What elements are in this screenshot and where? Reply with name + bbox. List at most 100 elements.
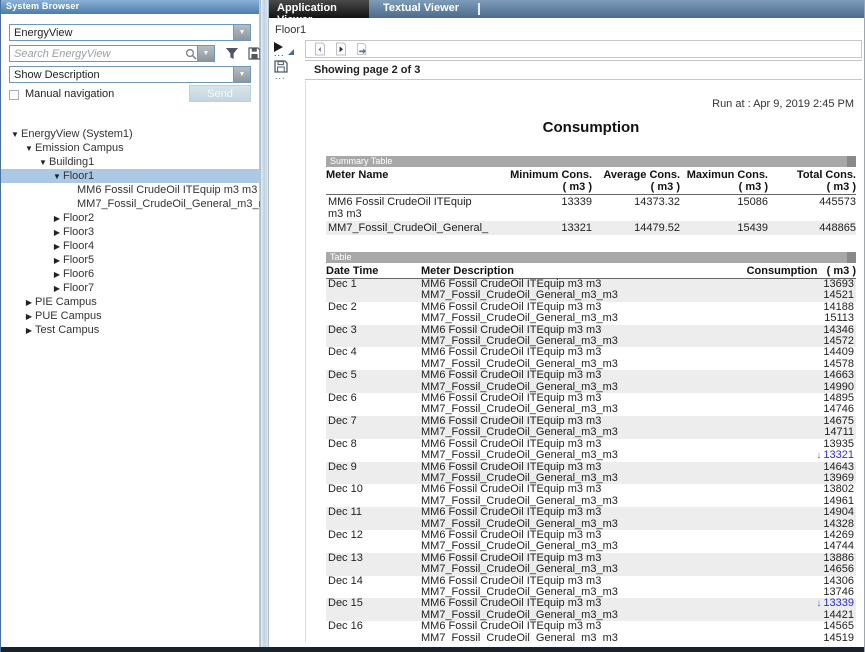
tree-item-label: Floor5 [63,254,94,266]
row-meter-description: MM7_Fossil_CrudeOil_General_m3_m3 [421,541,764,552]
row-meter-description: MM7_Fossil_CrudeOil_General_m3_m3 [421,450,764,461]
summary-table-header: Meter Name Minimum Cons.( m3 ) Average C… [326,167,856,195]
description-dropdown[interactable]: Show Description ▼ [9,66,251,83]
col-avg: Average Cons.( m3 ) [592,169,680,193]
col-date-time: Date Time [326,265,421,277]
row-meter-description: MM7_Fossil_CrudeOil_General_m3_m3 [421,473,764,484]
send-button[interactable]: Send [189,85,251,102]
expanded-arrow-icon[interactable]: ▼ [51,170,63,184]
row-meter-description: MM6 Fossil CrudeOil ITEquip m3 m3 [421,347,764,358]
row-date: Dec 14 [326,576,421,599]
table-row: Dec 3MM6 Fossil CrudeOil ITEquip m3 m314… [326,325,856,348]
row-date: Dec 1 [326,279,421,302]
row-date: Dec 11 [326,507,421,530]
table-row: Dec 5MM6 Fossil CrudeOil ITEquip m3 m314… [326,370,856,393]
row-meter-description: MM6 Fossil CrudeOil ITEquip m3 m3 [421,576,764,587]
row-date: Dec 15 [326,598,421,621]
collapsed-arrow-icon[interactable]: ▶ [51,254,63,268]
row-meter-description: MM7_Fossil_CrudeOil_General_m3_m3 [421,290,764,301]
expanded-arrow-icon[interactable]: ▼ [23,142,35,156]
window-bottom-border [1,647,864,652]
tab-separator [478,3,480,15]
row-meter-description: MM7_Fossil_CrudeOil_General_m3_m3 [421,519,764,530]
chevron-down-icon[interactable]: ▼ [233,67,250,82]
collapsed-arrow-icon[interactable]: ▶ [23,310,35,324]
collapsed-arrow-icon[interactable]: ▶ [51,240,63,254]
tree-item-label: Floor3 [63,226,94,238]
tab-textual-viewer[interactable]: Textual Viewer [383,2,459,14]
table-row: Dec 2MM6 Fossil CrudeOil ITEquip m3 m314… [326,302,856,325]
tree-item-emission-campus[interactable]: ▼Emission Campus [1,141,259,155]
ellipsis-decor: ... [274,48,285,58]
browser-controls: EnergyView ▼ ▼ [1,14,259,105]
tree-item-floor3[interactable]: ▶Floor3 [1,225,259,239]
row-meter-description: MM6 Fossil CrudeOil ITEquip m3 m3 [421,439,764,450]
tree-item-pie-campus[interactable]: ▶PIE Campus [1,295,259,309]
summary-row: MM6 Fossil CrudeOil ITEquipm3 m3 13339 1… [326,195,856,221]
save-report-button[interactable]: ... [274,60,289,80]
row-meter-description: MM7_Fossil_CrudeOil_General_m3_m3 [421,633,764,642]
run-report-button[interactable]: ... [274,42,296,58]
tree-item-floor7[interactable]: ▶Floor7 [1,281,259,295]
tree-item-floor6[interactable]: ▶Floor6 [1,267,259,281]
row-meter-description: MM6 Fossil CrudeOil ITEquip m3 m3 [421,621,764,632]
table-row: Dec 14MM6 Fossil CrudeOil ITEquip m3 m31… [326,576,856,599]
col-total: Total Cons.( m3 ) [768,169,856,193]
tree-item-mm6-fossil-crudeoil-itequip-m3-m3[interactable]: MM6 Fossil CrudeOil ITEquip m3 m3 [1,183,259,197]
chevron-down-icon[interactable]: ▼ [233,25,250,40]
tree-item-label: Floor7 [63,282,94,294]
tree-item-test-campus[interactable]: ▶Test Campus [1,323,259,337]
report-page: Run at : Apr 9, 2019 2:45 PM Consumption… [305,81,862,642]
col-max: Maximun Cons.( m3 ) [680,169,768,193]
tree-item-floor5[interactable]: ▶Floor5 [1,253,259,267]
tree-item-floor2[interactable]: ▶Floor2 [1,211,259,225]
search-combo: ▼ [9,45,215,62]
detail-table-body: Dec 1MM6 Fossil CrudeOil ITEquip m3 m313… [326,279,856,642]
chevron-down-icon[interactable]: ▼ [197,46,214,61]
filter-icon[interactable] [225,47,239,60]
row-meter-description: MM7_Fossil_CrudeOil_General_m3_m3 [421,610,764,621]
tree-item-label: Floor1 [63,170,94,182]
row-meter-description: MM6 Fossil CrudeOil ITEquip m3 m3 [421,462,764,473]
search-input[interactable] [10,47,185,61]
view-dropdown[interactable]: EnergyView ▼ [9,24,251,41]
first-page-icon[interactable] [314,42,326,56]
export-page-icon[interactable] [356,42,368,56]
tree-item-label: Test Campus [35,324,99,336]
tree-item-pue-campus[interactable]: ▶PUE Campus [1,309,259,323]
row-meter-description: MM7_Fossil_CrudeOil_General_m3_m3 [421,427,764,438]
down-arrow-icon: ↓ [816,450,821,461]
row-date: Dec 3 [326,325,421,348]
expanded-arrow-icon[interactable]: ▼ [37,156,49,170]
manual-navigation-label: Manual navigation [25,88,114,100]
next-page-icon[interactable] [335,42,347,56]
collapsed-arrow-icon[interactable]: ▶ [23,324,35,338]
row-date: Dec 12 [326,530,421,553]
panel-splitter[interactable] [260,0,269,647]
summary-row: MM7_Fossil_CrudeOil_General_ 13321 14479… [326,221,856,235]
collapsed-arrow-icon[interactable]: ▶ [51,268,63,282]
collapsed-arrow-icon[interactable]: ▶ [51,212,63,226]
tree-item-building1[interactable]: ▼Building1 [1,155,259,169]
report-toolbar [305,40,862,58]
tree-item-mm7-fossil-crudeoil-general-m3-m3[interactable]: MM7_Fossil_CrudeOil_General_m3_m3 [1,197,259,211]
tree-item-floor4[interactable]: ▶Floor4 [1,239,259,253]
row-meter-description: MM6 Fossil CrudeOil ITEquip m3 m3 [421,279,764,290]
row-date: Dec 2 [326,302,421,325]
search-icon[interactable] [185,48,197,60]
tree-item-energyview-system1-[interactable]: ▼EnergyView (System1) [1,127,259,141]
row-meter-description: MM6 Fossil CrudeOil ITEquip m3 m3 [421,393,764,404]
row-meter-description: MM7_Fossil_CrudeOil_General_m3_m3 [421,404,764,415]
tree-item-floor1[interactable]: ▼Floor1 [1,169,259,183]
collapsed-arrow-icon[interactable]: ▶ [23,296,35,310]
tree-item-label: Floor2 [63,212,94,224]
row-meter-description: MM6 Fossil CrudeOil ITEquip m3 m3 [421,507,764,518]
collapsed-arrow-icon[interactable]: ▶ [51,226,63,240]
manual-navigation-checkbox[interactable] [9,90,19,100]
expanded-arrow-icon[interactable]: ▼ [9,128,21,142]
tab-application-viewer[interactable]: Application Viewer [269,0,369,18]
row-date: Dec 5 [326,370,421,393]
run-timestamp: Run at : Apr 9, 2019 2:45 PM [326,98,856,110]
collapsed-arrow-icon[interactable]: ▶ [51,282,63,296]
row-meter-description: MM7_Fossil_CrudeOil_General_m3_m3 [421,313,764,324]
